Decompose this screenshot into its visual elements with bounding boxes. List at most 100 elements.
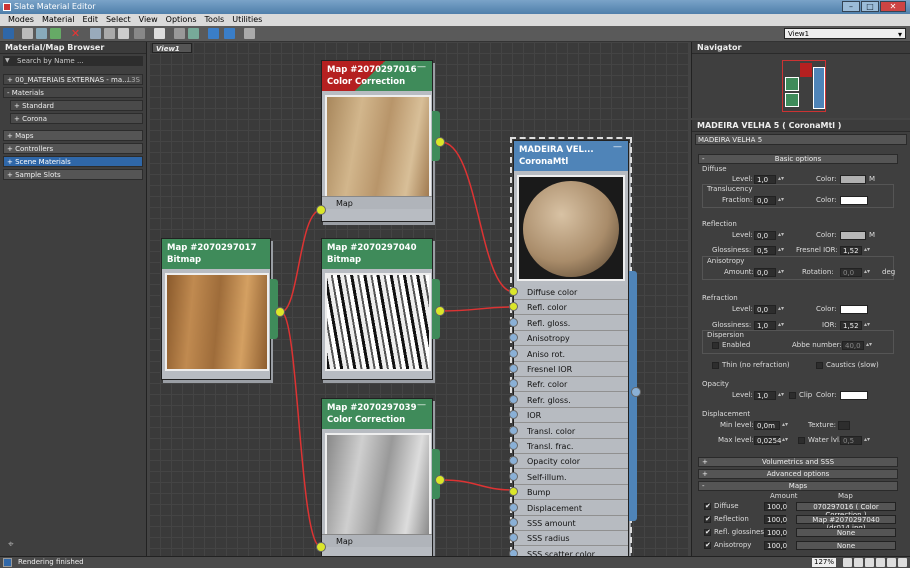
material-slot[interactable]: Refl. gloss. [514, 315, 628, 331]
material-slot[interactable]: Opacity color [514, 454, 628, 470]
output-socket-bitmap1[interactable] [275, 307, 285, 317]
put-material-icon[interactable] [36, 28, 47, 39]
background-icon[interactable] [134, 28, 145, 39]
displacement-max-field[interactable]: 0,0254 [754, 436, 788, 445]
map-amount-field[interactable]: 100,0 [764, 502, 787, 511]
displacement-texture-button[interactable] [838, 421, 850, 430]
abbe-field[interactable]: 40,0 [842, 341, 872, 350]
material-slot[interactable]: Aniso rot. [514, 346, 628, 362]
map-amount-field[interactable]: 100,0 [764, 541, 787, 550]
anisotropy-amount-field[interactable]: 0,0 [754, 268, 784, 277]
materials-group[interactable]: - Materials [3, 87, 143, 98]
slot-socket[interactable] [509, 518, 518, 527]
scene-materials-group[interactable]: + Scene Materials [3, 156, 143, 167]
refraction-level-field[interactable]: 0,0 [754, 305, 784, 314]
library-row[interactable]: + 00_MATERIAIS EXTERNAS - ma... L3S [3, 74, 143, 85]
slot-socket[interactable] [509, 548, 518, 556]
material-slot[interactable]: Refr. color [514, 377, 628, 393]
slot-socket[interactable] [509, 348, 518, 358]
output-socket-material[interactable] [631, 387, 641, 397]
show-map-icon[interactable] [118, 28, 129, 39]
slot-socket[interactable] [509, 502, 518, 512]
map-enabled-checkbox[interactable] [704, 502, 711, 510]
zoom-region-icon[interactable] [865, 558, 874, 567]
slot-socket[interactable] [509, 287, 518, 296]
node-view[interactable]: View1 Map #2070297016 Color Correction — … [149, 42, 689, 556]
slot-socket[interactable] [509, 317, 518, 327]
rollout-volumetrics[interactable]: + Volumetrics and SSS [698, 457, 898, 467]
map-enabled-checkbox[interactable] [704, 515, 711, 523]
zoom-icon[interactable] [854, 558, 863, 567]
slot-socket[interactable] [509, 441, 518, 450]
layout-icon[interactable] [154, 28, 165, 39]
input-socket-cc1[interactable] [316, 205, 326, 215]
opacity-level-field[interactable]: 1,0 [754, 391, 784, 400]
refraction-color-swatch[interactable] [840, 305, 868, 314]
water-level-field[interactable]: 0,5 [840, 436, 870, 445]
browser-toggle-icon[interactable] [208, 28, 219, 39]
move-children-icon[interactable] [90, 28, 101, 39]
material-slot[interactable]: Refr. gloss. [514, 392, 628, 408]
close-button[interactable]: ✕ [880, 1, 906, 12]
output-socket-cc1[interactable] [435, 137, 445, 147]
pick-material-icon[interactable] [22, 28, 33, 39]
collapse-icon[interactable]: — [417, 400, 426, 410]
binoculars-icon[interactable]: ⌖ [8, 539, 14, 550]
navigator-viewport[interactable] [782, 60, 826, 112]
material-slot[interactable]: Diffuse color [514, 285, 628, 300]
ior-field[interactable]: 1,52 [840, 321, 870, 330]
menu-view[interactable]: View [135, 14, 162, 26]
zoom-level[interactable]: 127% [812, 558, 836, 567]
editor-toggle-icon[interactable] [224, 28, 235, 39]
pan-icon[interactable] [843, 558, 852, 567]
diffuse-map-button[interactable]: M [869, 175, 875, 183]
fresnel-ior-field[interactable]: 1,52 [840, 246, 870, 255]
map-amount-field[interactable]: 100,0 [764, 528, 787, 537]
reflection-level-field[interactable]: 0,0 [754, 231, 784, 240]
dispersion-enabled-checkbox[interactable] [712, 342, 719, 349]
material-slot[interactable]: Transl. color [514, 423, 628, 439]
rollout-basic-options[interactable]: - Basic options [698, 154, 898, 164]
reflection-map-button[interactable]: M [869, 231, 875, 239]
node-color-correction-2[interactable]: Map #2070297039 Color Correction — Map [321, 398, 440, 556]
material-slot[interactable]: Transl. frac. [514, 439, 628, 454]
minimize-button[interactable]: – [842, 1, 860, 12]
rollout-maps[interactable]: - Maps [698, 481, 898, 491]
collapse-icon[interactable]: — [417, 62, 426, 72]
output-socket-cc2[interactable] [435, 475, 445, 485]
map-amount-field[interactable]: 100,0 [764, 515, 787, 524]
hide-unused-icon[interactable] [104, 28, 115, 39]
node-bitmap-2[interactable]: Map #2070297040 Bitmap [321, 238, 440, 380]
corona-group[interactable]: + Corona [10, 113, 143, 124]
menu-select[interactable]: Select [102, 14, 135, 26]
select-tool-icon[interactable] [3, 28, 14, 39]
material-slot[interactable]: Refl. color [514, 300, 628, 316]
search-input[interactable]: Search by Name ... [3, 56, 143, 66]
material-slot[interactable]: Fresnel IOR [514, 362, 628, 377]
output-socket-bitmap2[interactable] [435, 306, 445, 316]
slot-socket[interactable] [509, 425, 518, 435]
maps-group[interactable]: + Maps [3, 130, 143, 141]
view-selector[interactable]: View1 [784, 28, 906, 40]
menu-edit[interactable]: Edit [78, 14, 102, 26]
diffuse-color-swatch[interactable] [840, 175, 866, 184]
assign-material-icon[interactable] [50, 28, 61, 39]
material-slot[interactable]: SSS radius [514, 531, 628, 547]
slot-socket[interactable] [509, 471, 518, 481]
map-enabled-checkbox[interactable] [704, 541, 711, 549]
node-corona-material[interactable]: MADEIRA VEL... CoronaMtl — Diffuse color R… [509, 137, 637, 556]
sample-slots-group[interactable]: + Sample Slots [3, 169, 143, 180]
glossiness-field[interactable]: 0,5 [754, 246, 784, 255]
slot-socket[interactable] [509, 394, 518, 404]
menu-tools[interactable]: Tools [201, 14, 229, 26]
menu-utilities[interactable]: Utilities [228, 14, 266, 26]
diffuse-level-field[interactable]: 1,0 [754, 175, 784, 184]
menu-options[interactable]: Options [162, 14, 201, 26]
material-slot[interactable]: Anisotropy [514, 331, 628, 347]
material-id-icon[interactable] [188, 28, 199, 39]
map-slot-button[interactable]: Map #2070297040 (dr014.jpg) [796, 515, 896, 532]
navigator-icon[interactable] [244, 28, 255, 39]
map-slot-button[interactable]: None [796, 528, 896, 537]
node-bitmap-1[interactable]: Map #2070297017 Bitmap [161, 238, 278, 380]
slot-socket[interactable] [509, 364, 518, 373]
